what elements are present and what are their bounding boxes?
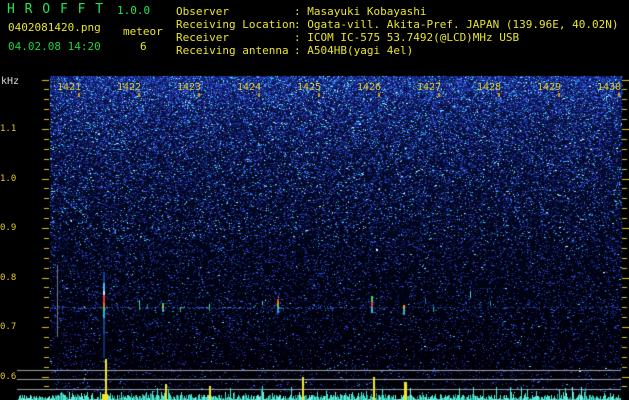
info-value: : A504HB(yagi 4el)	[294, 44, 414, 57]
freq-tick-label: 0.7	[0, 322, 17, 332]
time-tick-label: 1421	[57, 82, 82, 93]
freq-tick-label: 0.6	[0, 372, 17, 382]
info-label: Receiver	[176, 31, 229, 44]
freq-unit-label: kHz	[1, 76, 20, 87]
datetime-label: 04.02.08 14:20	[8, 40, 101, 53]
info-value: : Masayuki Kobayashi	[294, 5, 427, 18]
app-version: 1.0.0	[117, 4, 151, 17]
freq-tick-label: 1.0	[0, 174, 17, 184]
meteor-count: 6	[140, 40, 147, 53]
freq-tick-label: 1.1	[0, 124, 17, 134]
hrofft-window: H R O F F T 1.0.0 0402081420.png meteor …	[0, 0, 629, 400]
mode-label: meteor	[123, 25, 163, 38]
time-tick-label: 1426	[357, 82, 382, 93]
freq-tick-label: 0.8	[0, 273, 17, 283]
time-tick-label: 1428	[477, 82, 502, 93]
freq-tick-label: 0.9	[0, 223, 17, 233]
time-tick-label: 1429	[537, 82, 562, 93]
app-title: H R O F F T	[7, 2, 105, 17]
info-label: Receiving Location	[176, 18, 296, 31]
time-tick-label: 1422	[117, 82, 142, 93]
time-tick-label: 1425	[297, 82, 322, 93]
time-tick-label: 1424	[237, 82, 262, 93]
info-label: Observer	[176, 5, 229, 18]
time-tick-label: 1430	[597, 82, 622, 93]
info-value: : ICOM IC-575 53.7492(@LCD)MHz USB	[294, 31, 520, 44]
info-value: : Ogata-vill. Akita-Pref. JAPAN (139.96E…	[294, 18, 619, 31]
output-filename: 0402081420.png	[8, 21, 101, 34]
time-tick-label: 1423	[177, 82, 202, 93]
spectrogram-canvas	[0, 0, 629, 400]
info-label: Receiving antenna	[176, 44, 289, 57]
time-tick-label: 1427	[417, 82, 442, 93]
